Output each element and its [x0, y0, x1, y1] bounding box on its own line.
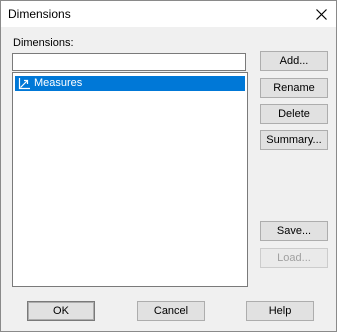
cancel-button[interactable]: Cancel	[137, 301, 205, 321]
dimensions-list[interactable]: Measures	[12, 72, 248, 287]
title-bar: Dimensions	[1, 1, 336, 27]
measures-icon	[18, 78, 30, 90]
list-item-measures[interactable]: Measures	[15, 76, 245, 91]
add-button[interactable]: Add...	[260, 51, 328, 71]
ok-button[interactable]: OK	[27, 301, 95, 321]
dimensions-label: Dimensions:	[13, 37, 74, 49]
dialog-title: Dimensions	[8, 7, 71, 21]
rename-button[interactable]: Rename	[260, 78, 328, 98]
list-item-label: Measures	[34, 77, 83, 89]
close-button[interactable]	[306, 1, 336, 27]
close-icon	[315, 8, 327, 20]
dimension-name-input[interactable]	[12, 53, 246, 71]
dimensions-dialog: Dimensions Dimensions: Measures Add... R…	[0, 0, 337, 332]
summary-button[interactable]: Summary...	[260, 130, 328, 150]
save-button[interactable]: Save...	[260, 221, 328, 241]
delete-button[interactable]: Delete	[260, 104, 328, 124]
help-button[interactable]: Help	[246, 301, 314, 321]
load-button[interactable]: Load...	[260, 248, 328, 268]
